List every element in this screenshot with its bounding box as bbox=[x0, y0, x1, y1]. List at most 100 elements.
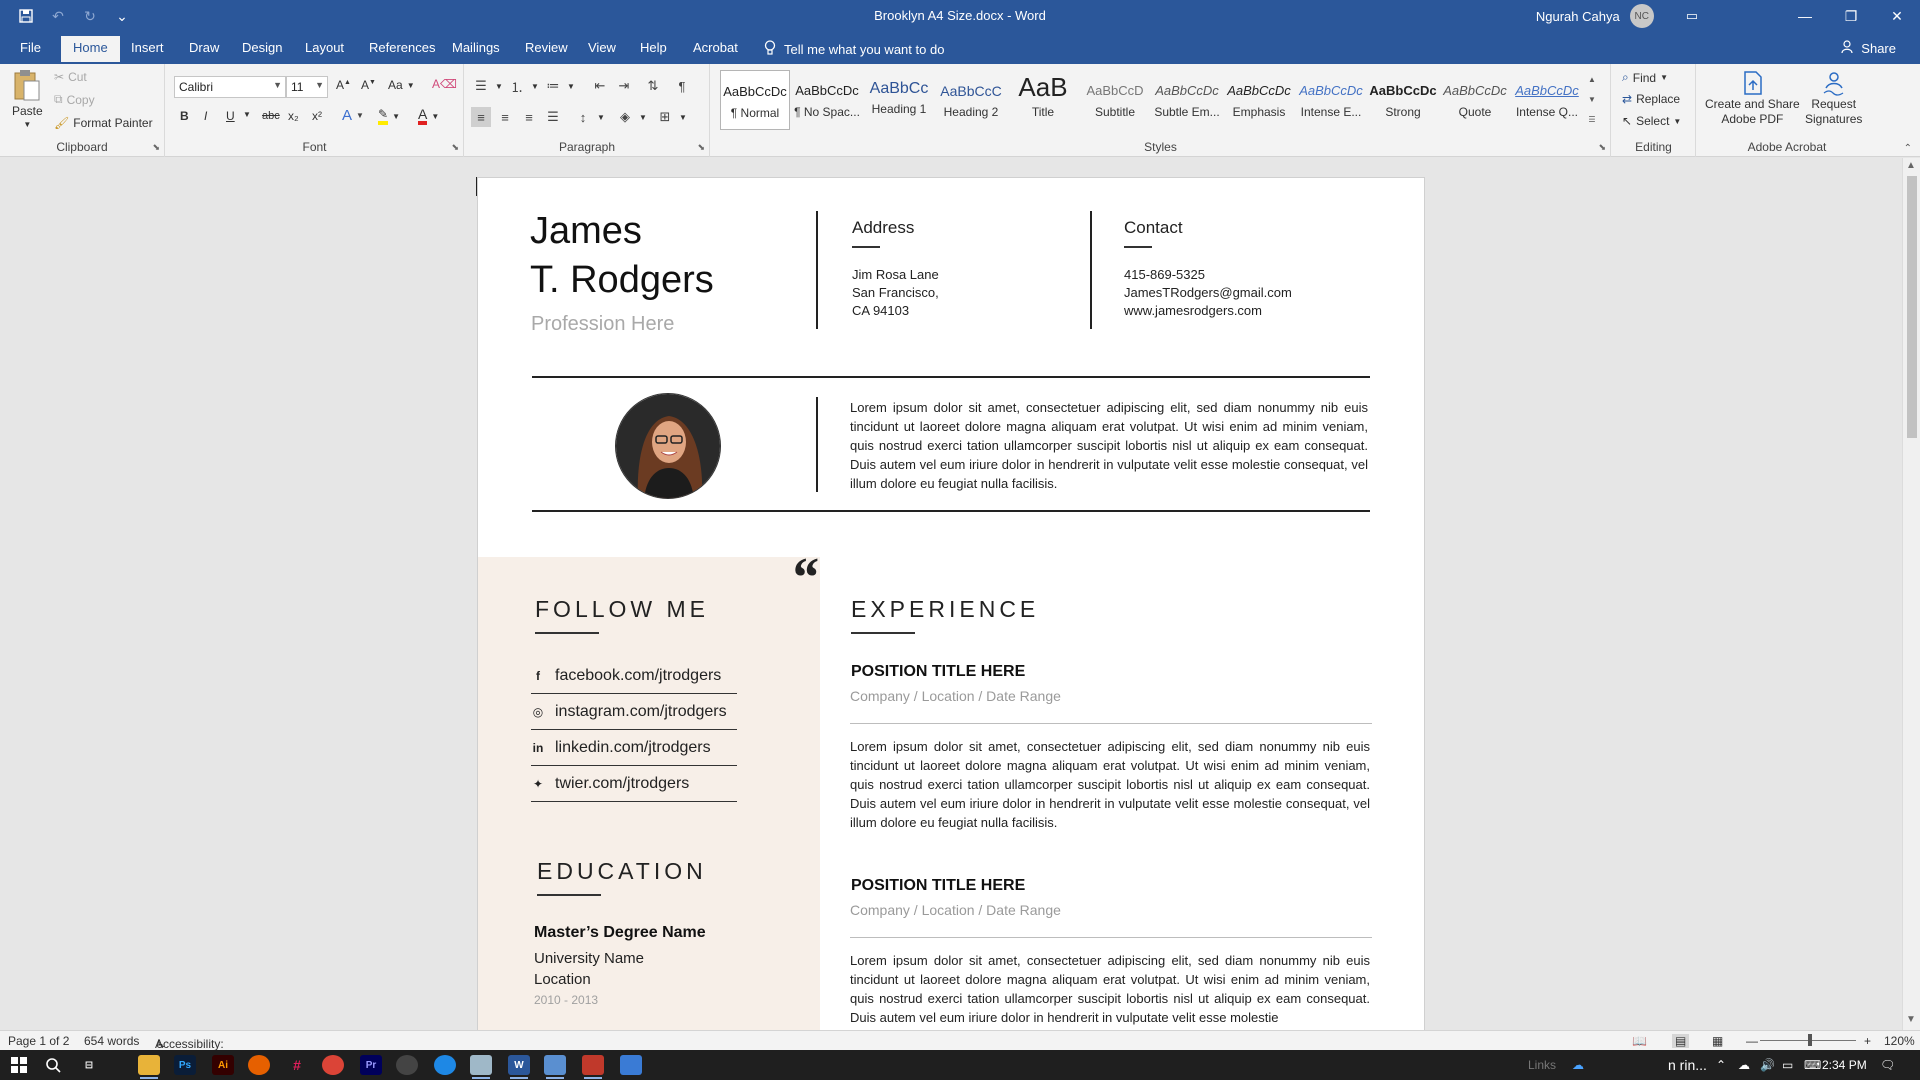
style-quote[interactable]: AaBbCcDc Quote bbox=[1440, 70, 1510, 130]
word-icon[interactable]: W bbox=[508, 1055, 530, 1079]
style-intense-quote[interactable]: AaBbCcDc Intense Q... bbox=[1512, 70, 1582, 130]
windows-start-icon[interactable] bbox=[8, 1055, 30, 1075]
tab-acrobat[interactable]: Acrobat bbox=[693, 40, 738, 55]
user-account[interactable]: Ngurah Cahya NC ▭ bbox=[1536, 4, 1698, 28]
tab-help[interactable]: Help bbox=[640, 40, 667, 55]
search-icon[interactable] bbox=[42, 1055, 64, 1075]
replace-button[interactable]: ⇄ Replace bbox=[1622, 92, 1680, 106]
bullets-button[interactable]: ☰ ▼ bbox=[471, 76, 503, 96]
tab-file[interactable]: File bbox=[20, 40, 41, 55]
tab-review[interactable]: Review bbox=[525, 40, 568, 55]
highlight-button[interactable]: ✎ ▼ bbox=[378, 107, 400, 125]
word-count[interactable]: 654 words bbox=[84, 1034, 139, 1048]
user-avatar[interactable]: NC bbox=[1629, 4, 1654, 28]
font-color-button[interactable]: A ▼ bbox=[418, 107, 439, 125]
sort-icon[interactable]: ⇅ bbox=[643, 76, 663, 96]
web-layout-icon[interactable]: ▦ bbox=[1712, 1034, 1723, 1048]
gallery-more-icon[interactable]: ☰ bbox=[1586, 110, 1598, 130]
archive-icon[interactable] bbox=[582, 1055, 604, 1079]
italic-button[interactable]: I bbox=[204, 109, 207, 123]
font-name-combo[interactable]: Calibri ▼ bbox=[174, 76, 286, 98]
zoom-out-icon[interactable]: — bbox=[1746, 1034, 1758, 1048]
style-intense-emphasis[interactable]: AaBbCcDc Intense E... bbox=[1296, 70, 1366, 130]
share-button[interactable]: Share bbox=[1841, 40, 1896, 57]
style-subtitle[interactable]: AaBbCcD Subtitle bbox=[1080, 70, 1150, 130]
tab-design[interactable]: Design bbox=[242, 40, 282, 55]
increase-indent-icon[interactable]: ⇥ bbox=[614, 76, 634, 96]
chevron-down-icon[interactable]: ▼ bbox=[243, 110, 251, 119]
tab-layout[interactable]: Layout bbox=[305, 40, 344, 55]
notepad-icon[interactable] bbox=[470, 1055, 492, 1079]
gallery-down-icon[interactable]: ▼ bbox=[1586, 90, 1598, 110]
dialog-launcher-icon[interactable]: ⬊ bbox=[1598, 142, 1606, 153]
dialog-launcher-icon[interactable]: ⬊ bbox=[697, 142, 705, 153]
scroll-up-icon[interactable]: ▲ bbox=[1906, 160, 1916, 171]
find-button[interactable]: ⌕ Find ▼ bbox=[1622, 70, 1668, 85]
document-page[interactable]: James T. Rodgers Profession Here Address… bbox=[477, 177, 1425, 1078]
tab-references[interactable]: References bbox=[369, 40, 435, 55]
chevron-down-icon[interactable]: ▼ bbox=[273, 80, 282, 90]
scroll-down-icon[interactable]: ▼ bbox=[1906, 1014, 1916, 1025]
align-center-icon[interactable]: ≡ bbox=[495, 107, 515, 127]
select-button[interactable]: ↖ Select ▼ bbox=[1622, 114, 1681, 128]
shrink-font-button[interactable]: A▼ bbox=[361, 78, 376, 92]
copy-button[interactable]: ⧉ Copy bbox=[54, 92, 95, 107]
style-no-spacing[interactable]: AaBbCcDc ¶ No Spac... bbox=[792, 70, 862, 130]
social-twitter[interactable]: ✦ twier.com/jtrodgers bbox=[531, 766, 737, 802]
task-view-icon[interactable]: ⊟ bbox=[78, 1055, 100, 1075]
chevron-down-icon[interactable]: ▼ bbox=[315, 80, 324, 90]
browser-icon[interactable] bbox=[434, 1055, 456, 1075]
zoom-slider-thumb[interactable] bbox=[1808, 1034, 1812, 1046]
weather-icon[interactable]: ☁ bbox=[1572, 1058, 1584, 1072]
firefox-icon[interactable] bbox=[248, 1055, 270, 1075]
page-count[interactable]: Page 1 of 2 bbox=[8, 1034, 69, 1048]
text-effects-button[interactable]: A ▼ bbox=[342, 107, 364, 124]
align-right-icon[interactable]: ≡ bbox=[519, 107, 539, 127]
strikethrough-button[interactable]: abc bbox=[262, 110, 280, 122]
gallery-up-icon[interactable]: ▲ bbox=[1586, 70, 1598, 90]
superscript-button[interactable]: x² bbox=[312, 109, 322, 123]
app-icon[interactable] bbox=[396, 1055, 418, 1075]
style-heading-2[interactable]: AaBbCcC Heading 2 bbox=[936, 70, 1006, 130]
clock[interactable]: 2:34 PM bbox=[1822, 1058, 1867, 1072]
align-left-icon[interactable]: ≡ bbox=[471, 107, 491, 127]
ribbon-display-icon[interactable]: ▭ bbox=[1686, 8, 1698, 24]
create-pdf-button[interactable]: Create and Share Adobe PDF bbox=[1705, 70, 1800, 126]
illustrator-icon[interactable]: Ai bbox=[212, 1055, 234, 1075]
photos-icon[interactable] bbox=[544, 1055, 566, 1079]
format-painter-button[interactable]: 🖌 Format Painter bbox=[54, 116, 153, 130]
tab-insert[interactable]: Insert bbox=[131, 40, 164, 55]
style-title[interactable]: AaB Title bbox=[1008, 70, 1078, 130]
file-explorer-icon[interactable] bbox=[138, 1055, 160, 1079]
grow-font-button[interactable]: A▲ bbox=[336, 78, 351, 92]
premiere-icon[interactable]: Pr bbox=[360, 1055, 382, 1075]
keyboard-icon[interactable]: ⌨ bbox=[1804, 1058, 1821, 1072]
underline-button[interactable]: U bbox=[226, 109, 235, 123]
dialog-launcher-icon[interactable]: ⬊ bbox=[152, 142, 160, 153]
justify-icon[interactable]: ☰ bbox=[543, 107, 563, 127]
minimize-icon[interactable]: — bbox=[1782, 0, 1828, 32]
numbering-button[interactable]: ⒈ ▼ bbox=[507, 76, 538, 96]
tab-draw[interactable]: Draw bbox=[189, 40, 219, 55]
shading-button[interactable]: ◈ ▼ bbox=[615, 107, 647, 127]
onedrive-icon[interactable]: ☁ bbox=[1738, 1058, 1750, 1072]
tab-home[interactable]: Home bbox=[61, 36, 120, 62]
tab-mailings[interactable]: Mailings bbox=[452, 40, 500, 55]
profile-photo[interactable] bbox=[615, 393, 721, 499]
style-strong[interactable]: AaBbCcDc Strong bbox=[1368, 70, 1438, 130]
style-subtle-emphasis[interactable]: AaBbCcDc Subtle Em... bbox=[1152, 70, 1222, 130]
scrollbar-thumb[interactable] bbox=[1907, 176, 1917, 438]
photoshop-icon[interactable]: Ps bbox=[174, 1055, 196, 1075]
gallery-scroll[interactable]: ▲ ▼ ☰ bbox=[1586, 70, 1598, 130]
pilcrow-icon[interactable]: ¶ bbox=[672, 76, 692, 96]
borders-button[interactable]: ⊞ ▼ bbox=[655, 107, 687, 127]
read-mode-icon[interactable]: 📖 bbox=[1632, 1034, 1647, 1048]
zoom-level[interactable]: 120% bbox=[1884, 1034, 1915, 1048]
paste-button[interactable]: Paste ▼ bbox=[12, 68, 43, 129]
subscript-button[interactable]: x₂ bbox=[288, 109, 299, 123]
links-toolbar[interactable]: Links bbox=[1528, 1058, 1556, 1072]
style-normal[interactable]: AaBbCcDc ¶ Normal bbox=[720, 70, 790, 130]
chrome-icon[interactable] bbox=[322, 1055, 344, 1075]
social-instagram[interactable]: ◎ instagram.com/jtrodgers bbox=[531, 694, 737, 730]
multilevel-list-button[interactable]: ≔ ▼ bbox=[543, 76, 575, 96]
